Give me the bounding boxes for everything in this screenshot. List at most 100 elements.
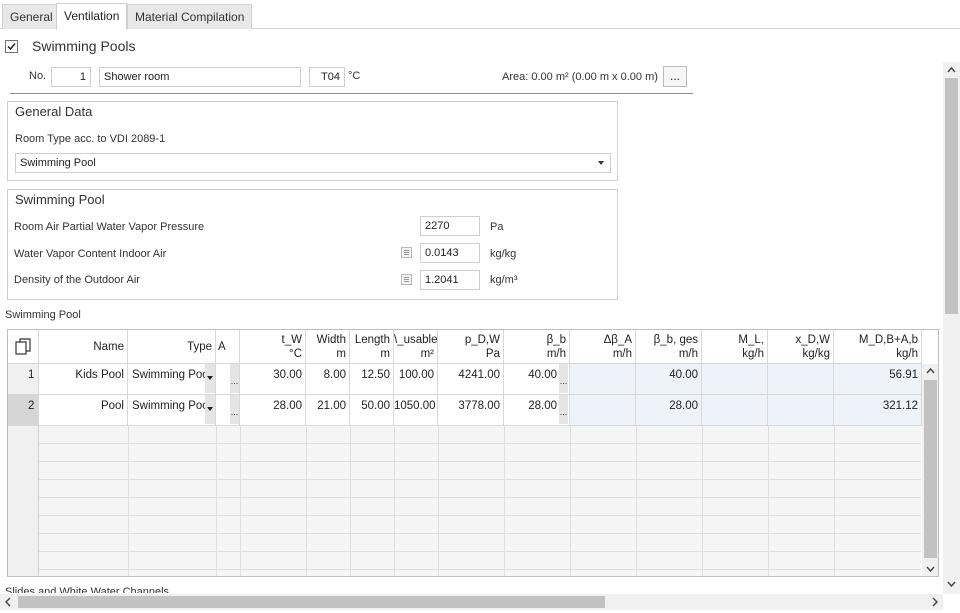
grid-scroll-thumb[interactable]: [924, 380, 937, 558]
page-vertical-scrollbar[interactable]: [943, 62, 960, 594]
col-mdba-unit: kg/h: [896, 348, 918, 360]
room-type-value: Swimming Pool: [20, 157, 96, 169]
cell-usable[interactable]: 100.00: [394, 364, 438, 395]
tab-general[interactable]: General: [2, 4, 61, 29]
cell-type[interactable]: Swimming Pool: [128, 395, 216, 426]
cell-beta-b[interactable]: 28.00...: [504, 395, 570, 426]
cell-tw[interactable]: 30.00: [240, 364, 306, 395]
empty-row: [39, 426, 921, 444]
table-icon[interactable]: [401, 274, 412, 285]
cell-length[interactable]: 50.00: [350, 395, 394, 426]
col-tw[interactable]: t_W °C: [240, 330, 306, 364]
cell-pdw[interactable]: 3778.00: [438, 395, 504, 426]
grid-line: [702, 426, 703, 576]
outdoor-density-field[interactable]: 1.2041: [420, 270, 480, 290]
grid-line: [834, 426, 835, 576]
cell-xdw: [768, 364, 834, 395]
col-length-name: Length: [354, 334, 390, 346]
col-beta-b-unit: m/h: [546, 348, 566, 360]
cell-pdw[interactable]: 4241.00: [438, 364, 504, 395]
grid-line: [216, 426, 217, 576]
scroll-down-icon[interactable]: [922, 562, 938, 576]
scroll-up-icon[interactable]: [943, 62, 960, 78]
room-area-text: Area: 0.00 m² (0.00 m x 0.00 m): [502, 71, 658, 83]
dropdown-arrow-icon[interactable]: [205, 395, 215, 424]
vapor-content-label: Water Vapor Content Indoor Air: [14, 248, 167, 260]
room-temp-unit: °C: [348, 70, 361, 82]
scroll-down-icon[interactable]: [943, 576, 960, 592]
cell-a[interactable]: ...: [216, 364, 240, 395]
col-beta-b[interactable]: β_b m/h: [504, 330, 570, 364]
empty-row: [39, 462, 921, 480]
cell-width[interactable]: 21.00: [306, 395, 350, 426]
col-ml-unit: kg/h: [742, 348, 764, 360]
col-usable-unit: m²: [420, 348, 434, 360]
col-ml[interactable]: M_L, kg/h: [702, 330, 768, 364]
row-header-gutter: [8, 426, 39, 576]
row-number[interactable]: 2: [8, 395, 39, 426]
cell-name[interactable]: Pool: [39, 395, 128, 426]
col-beta-b-ges[interactable]: β_b, ges m/h: [636, 330, 702, 364]
col-delta-beta-a[interactable]: Δβ_A m/h: [570, 330, 636, 364]
empty-row: [39, 534, 921, 552]
empty-row: [39, 552, 921, 570]
page-horizontal-scrollbar[interactable]: [0, 594, 943, 610]
grid-corner[interactable]: [8, 330, 39, 364]
row-number[interactable]: 1: [8, 364, 39, 395]
vapor-pressure-field[interactable]: 2270: [420, 216, 480, 236]
col-length[interactable]: Length m: [350, 330, 394, 364]
page-hscroll-thumb[interactable]: [18, 596, 605, 608]
scroll-up-icon[interactable]: [922, 364, 938, 378]
cell-length[interactable]: 12.50: [350, 364, 394, 395]
col-a[interactable]: A: [216, 330, 240, 364]
room-type-select[interactable]: Swimming Pool: [15, 153, 611, 173]
grid-line: [570, 426, 571, 576]
col-beta-b-ges-name: β_b, ges: [653, 334, 698, 346]
dropdown-arrow-icon[interactable]: [205, 364, 215, 393]
page-scroll-thumb[interactable]: [945, 78, 958, 314]
room-no-label: No.: [29, 70, 47, 82]
cell-beta-b-value: 40.00: [528, 369, 557, 381]
grid-scrollbar[interactable]: [922, 364, 938, 576]
col-type[interactable]: Type: [128, 330, 216, 364]
ellipsis-button[interactable]: ...: [230, 364, 239, 393]
cell-name[interactable]: Kids Pool: [39, 364, 128, 395]
scroll-right-icon[interactable]: [927, 594, 943, 610]
cell-delta-beta-a[interactable]: [570, 395, 636, 426]
ellipsis-button[interactable]: ...: [559, 364, 568, 393]
scroll-left-icon[interactable]: [0, 594, 16, 610]
ellipsis-button[interactable]: ...: [230, 395, 239, 424]
col-xdw[interactable]: x_D,W kg/kg: [768, 330, 834, 364]
col-width[interactable]: Width m: [306, 330, 350, 364]
col-tw-unit: °C: [289, 348, 302, 360]
room-temp-code-field[interactable]: T04: [309, 67, 345, 87]
cell-width[interactable]: 8.00: [306, 364, 350, 395]
cell-delta-beta-a[interactable]: [570, 364, 636, 395]
next-section-title: Slides and White Water Channels: [5, 586, 170, 593]
cell-type[interactable]: Swimming Pool: [128, 364, 216, 395]
room-more-button[interactable]: ...: [663, 66, 687, 87]
outdoor-density-unit: kg/m³: [490, 274, 518, 286]
grid-line: [128, 426, 129, 576]
tab-material-compilation[interactable]: Material Compilation: [127, 4, 253, 29]
col-name[interactable]: Name: [39, 330, 128, 364]
col-usable-name: \_usable: [394, 334, 438, 346]
cell-a[interactable]: ...: [216, 395, 240, 426]
room-no-field[interactable]: 1: [51, 67, 91, 87]
cell-ml: [702, 395, 768, 426]
col-beta-b-name: β_b: [546, 334, 566, 346]
cell-beta-b[interactable]: 40.00...: [504, 364, 570, 395]
cell-mdba: 56.91: [834, 364, 922, 395]
room-name-field[interactable]: Shower room: [99, 67, 301, 87]
grid-line: [350, 426, 351, 576]
col-usable[interactable]: \_usable m²: [394, 330, 438, 364]
tab-ventilation[interactable]: Ventilation: [56, 3, 128, 30]
col-pdw[interactable]: p_D,W Pa: [438, 330, 504, 364]
ellipsis-button[interactable]: ...: [559, 395, 568, 424]
cell-usable[interactable]: 1050.00: [394, 395, 438, 426]
vapor-content-field[interactable]: 0.0143: [420, 243, 480, 263]
col-mdba[interactable]: M_D,B+A,b kg/h: [834, 330, 922, 364]
cell-tw[interactable]: 28.00: [240, 395, 306, 426]
checkbox-checked-icon[interactable]: [5, 40, 18, 53]
table-icon[interactable]: [401, 247, 412, 258]
